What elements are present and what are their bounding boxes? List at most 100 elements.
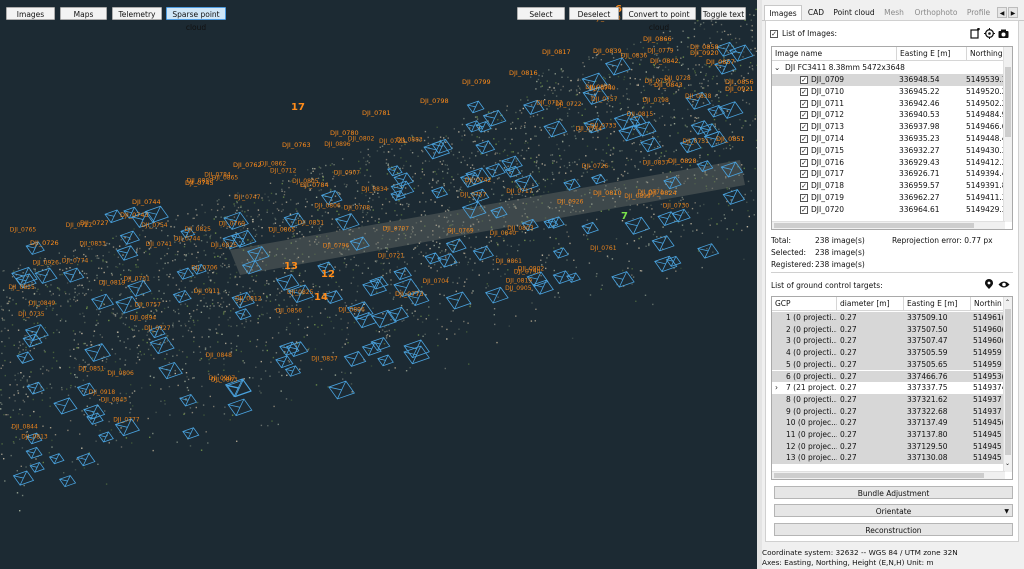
- gcp-table[interactable]: GCP diameter [m] Easting E [m] Northin 1…: [771, 296, 1013, 480]
- gcp-row[interactable]: 13 (0 projec... 0.27 337130.08 514945: [772, 452, 1005, 465]
- image-row-checkbox[interactable]: ✓: [800, 146, 808, 155]
- image-label[interactable]: DJI_0836: [621, 52, 648, 59]
- image-row[interactable]: ✓ DJI_0717 336926.71 5149394.4: [772, 168, 1006, 180]
- camera-frustum[interactable]: [671, 208, 691, 223]
- image-label[interactable]: DJI_0810: [593, 189, 622, 197]
- image-label[interactable]: DJI_0743: [120, 211, 149, 219]
- tab-point-cloud[interactable]: Point cloud: [832, 5, 876, 20]
- camera-frustum[interactable]: [119, 230, 140, 245]
- camera-frustum[interactable]: [566, 272, 581, 283]
- collapse-icon[interactable]: ⌄: [774, 62, 780, 74]
- image-label[interactable]: DJI_0806: [314, 202, 341, 209]
- bundle-adjustment-button[interactable]: Bundle Adjustment: [774, 486, 1013, 499]
- telemetry-button[interactable]: Telemetry: [112, 7, 162, 20]
- gcp-row[interactable]: 1 (0 projecti... 0.27 337509.10 514961(: [772, 312, 1005, 324]
- toggle-text-button[interactable]: Toggle text: [701, 7, 746, 20]
- camera-frustum[interactable]: [485, 163, 506, 178]
- camera-frustum[interactable]: [431, 186, 449, 199]
- image-label[interactable]: DJI_0717: [66, 222, 93, 229]
- select-button[interactable]: Select: [517, 7, 565, 20]
- gcp-table-vscroll[interactable]: ⌃ ⌄: [1003, 297, 1012, 472]
- camera-frustum[interactable]: [611, 271, 635, 288]
- image-label[interactable]: DJI_0905: [505, 285, 532, 292]
- image-label[interactable]: DJI_0726: [30, 239, 59, 247]
- camera-frustum[interactable]: [62, 267, 85, 283]
- image-label[interactable]: DJI_0765: [10, 226, 37, 233]
- list-of-images-checkbox[interactable]: ✓: [770, 30, 778, 38]
- image-label[interactable]: DJI_0779: [647, 47, 674, 54]
- camera-frustum[interactable]: [53, 397, 78, 415]
- image-label[interactable]: DJI_0828: [668, 157, 697, 165]
- gcp-row[interactable]: › 7 (21 project... 0.27 337337.75 5149374: [772, 382, 1005, 394]
- image-row[interactable]: ✓ DJI_0710 336945.22 5149520.2: [772, 86, 1006, 98]
- image-label[interactable]: DJI_0837: [643, 159, 670, 166]
- 3d-viewport[interactable]: DJI_0861DJI_0840DJI_0866DJI_0858DJI_0817…: [0, 0, 757, 569]
- point-cloud-canvas[interactable]: DJI_0861DJI_0840DJI_0866DJI_0858DJI_0817…: [0, 0, 757, 569]
- image-label[interactable]: DJI_0771: [637, 189, 664, 196]
- map-pin-icon[interactable]: [984, 279, 994, 290]
- gcp-marker-label[interactable]: 12: [321, 269, 335, 280]
- image-label[interactable]: DJI_0763: [282, 141, 311, 149]
- target-icon[interactable]: [984, 28, 995, 39]
- image-label[interactable]: DJI_0769: [447, 227, 474, 234]
- image-label[interactable]: DJI_0833: [79, 240, 106, 247]
- image-label[interactable]: DJI_0894: [130, 315, 157, 322]
- tab-mesh[interactable]: Mesh: [878, 5, 910, 20]
- gcp-row[interactable]: 12 (0 projec... 0.27 337129.50 514945: [772, 440, 1005, 453]
- image-row[interactable]: ✓ DJI_0720 336964.61 5149429.3: [772, 204, 1006, 216]
- image-label[interactable]: DJI_0762: [233, 161, 262, 169]
- images-button[interactable]: Images: [6, 7, 55, 20]
- sparse-point-cloud-button[interactable]: Sparse point cloud: [166, 7, 226, 32]
- scroll-down-icon[interactable]: ⌄: [1005, 460, 1010, 467]
- image-row[interactable]: ✓ DJI_0713 336937.98 5149466.6: [772, 121, 1006, 133]
- orientate-button[interactable]: Orientate ▼: [774, 504, 1013, 517]
- camera-frustum[interactable]: [16, 351, 35, 364]
- camera-frustum[interactable]: [581, 221, 599, 235]
- image-row[interactable]: ✓ DJI_0718 336959.57 5149391.8: [772, 180, 1006, 192]
- image-label[interactable]: DJI_0837: [311, 356, 338, 363]
- image-row-checkbox[interactable]: ✓: [800, 76, 808, 84]
- image-label[interactable]: DJI_0744: [132, 198, 161, 206]
- camera-frustum[interactable]: [34, 267, 58, 284]
- gcp-row[interactable]: 4 (0 projecti... 0.27 337505.59 514959: [772, 347, 1005, 359]
- image-label[interactable]: DJI_0926: [33, 260, 60, 267]
- image-label[interactable]: DJI_0911: [194, 288, 221, 295]
- camera-group-row[interactable]: ⌄ DJI FC3411 8.38mm 5472x3648: [772, 62, 1005, 74]
- image-row-checkbox[interactable]: ✓: [800, 182, 808, 191]
- image-label[interactable]: DJI_0815: [627, 111, 654, 118]
- col-gcp-easting[interactable]: Easting E [m]: [904, 297, 971, 311]
- image-label[interactable]: DJI_0757: [135, 302, 162, 309]
- convert-to-point-cloud-button[interactable]: Convert to point cloud: [622, 7, 696, 32]
- image-label[interactable]: DJI_0813: [21, 434, 48, 441]
- col-image-name[interactable]: Image name: [772, 47, 897, 61]
- image-row[interactable]: ✓ DJI_0714 336935.23 5149448.4: [772, 133, 1006, 145]
- camera-frustum[interactable]: [116, 245, 139, 261]
- tab-cad[interactable]: CAD: [802, 5, 830, 20]
- tab-images[interactable]: Images: [764, 5, 802, 21]
- image-label[interactable]: DJI_0926: [557, 199, 584, 206]
- image-label[interactable]: DJI_0761: [590, 245, 617, 252]
- camera-frustum[interactable]: [466, 100, 485, 114]
- image-label[interactable]: DJI_0714: [576, 126, 603, 133]
- image-label[interactable]: DJI_0840: [490, 230, 517, 237]
- camera-frustum[interactable]: [654, 255, 678, 273]
- image-label[interactable]: DJI_0918: [89, 389, 116, 396]
- camera-frustum[interactable]: [393, 267, 412, 281]
- image-label[interactable]: DJI_0796: [323, 243, 350, 250]
- camera-frustum[interactable]: [552, 270, 573, 285]
- camera-frustum[interactable]: [234, 308, 252, 321]
- camera-frustum[interactable]: [29, 461, 45, 473]
- camera-frustum[interactable]: [11, 266, 38, 286]
- gcp-row[interactable]: 8 (0 projecti... 0.27 337321.62 514937: [772, 393, 1005, 406]
- image-label[interactable]: DJI_0831: [298, 220, 325, 227]
- gcp-marker-label[interactable]: 17: [291, 102, 305, 113]
- image-row[interactable]: ✓ DJI_0716 336929.43 5149412.2: [772, 157, 1006, 169]
- camera-frustum[interactable]: [227, 398, 253, 417]
- camera-frustum[interactable]: [275, 355, 294, 369]
- image-label[interactable]: DJI_0842: [650, 57, 679, 65]
- image-row[interactable]: ✓ DJI_0711 336942.46 5149502.2: [772, 98, 1006, 110]
- camera-frustum[interactable]: [475, 140, 496, 155]
- image-label[interactable]: DJI_0790: [514, 269, 541, 276]
- camera-frustum[interactable]: [624, 216, 651, 235]
- image-label[interactable]: DJI_0817: [542, 48, 571, 56]
